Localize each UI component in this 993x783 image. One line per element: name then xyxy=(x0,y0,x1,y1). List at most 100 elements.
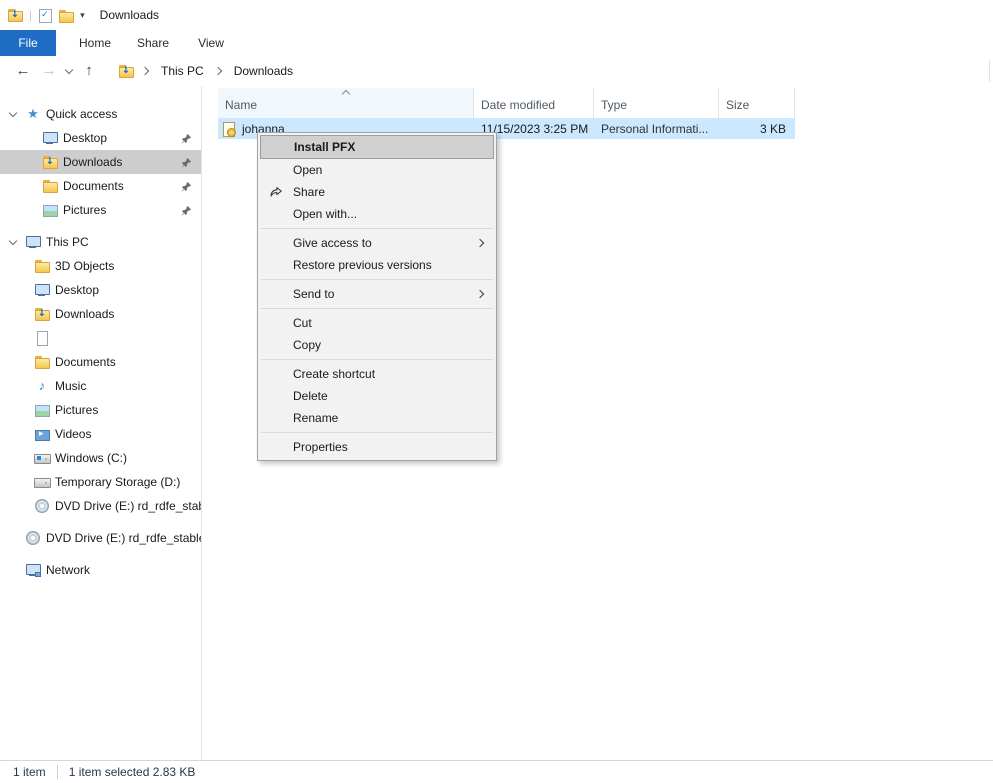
menu-item-open-with[interactable]: Open with... xyxy=(260,203,494,225)
documents-folder-icon xyxy=(34,354,50,370)
sidebar-item-pictures-quick[interactable]: Pictures xyxy=(0,198,201,222)
breadcrumb-chevron-icon[interactable] xyxy=(141,66,151,76)
sidebar-item-downloads[interactable]: ↓ Downloads xyxy=(0,302,201,326)
optical-disc-icon xyxy=(34,498,50,514)
sidebar-item-3d-objects[interactable]: 3D Objects xyxy=(0,254,201,278)
videos-icon xyxy=(34,426,50,442)
forward-button[interactable]: → xyxy=(36,58,62,84)
menu-item-delete[interactable]: Delete xyxy=(260,385,494,407)
qat-dropdown-chevron-icon[interactable]: ▾ xyxy=(80,10,85,21)
breadcrumb-this-pc[interactable]: This PC xyxy=(158,62,207,80)
sidebar-item-temp-storage-d[interactable]: Temporary Storage (D:) xyxy=(0,470,201,494)
sidebar-item-videos[interactable]: Videos xyxy=(0,422,201,446)
menu-item-give-access-to[interactable]: Give access to xyxy=(260,232,494,254)
context-menu: Install PFX Open Share Open with... Give… xyxy=(257,132,497,461)
column-header-type[interactable]: Type xyxy=(594,88,719,118)
navigation-pane: ★ Quick access Desktop ↓ Downloads Docum… xyxy=(0,86,202,760)
sidebar-item-documents[interactable]: Documents xyxy=(0,350,201,374)
breadcrumb-chevron-icon[interactable] xyxy=(214,66,224,76)
sidebar-section-label: This PC xyxy=(46,235,201,249)
sidebar-item-documents-quick[interactable]: Documents xyxy=(0,174,201,198)
menu-item-properties[interactable]: Properties xyxy=(260,436,494,458)
sidebar-item-label: Downloads xyxy=(63,155,176,169)
sidebar-item-label: Pictures xyxy=(63,203,176,217)
menu-item-send-to[interactable]: Send to xyxy=(260,283,494,305)
column-header-size[interactable]: Size xyxy=(719,88,795,118)
menu-item-label: Share xyxy=(293,185,325,199)
menu-item-create-shortcut[interactable]: Create shortcut xyxy=(260,363,494,385)
menu-item-install-pfx[interactable]: Install PFX xyxy=(260,135,494,159)
tab-share[interactable]: Share xyxy=(124,30,182,56)
tab-view[interactable]: View xyxy=(182,30,240,56)
sidebar-section-this-pc[interactable]: This PC xyxy=(0,230,201,254)
sidebar-item-label: DVD Drive (E:) rd_rdfe_stable.T xyxy=(46,531,201,545)
sidebar-item-label: Windows (C:) xyxy=(55,451,201,465)
breadcrumb-downloads[interactable]: Downloads xyxy=(231,62,296,80)
sidebar-item-unlabeled[interactable] xyxy=(0,326,201,350)
network-icon xyxy=(25,562,41,578)
menu-item-share[interactable]: Share xyxy=(260,181,494,203)
items-count: 1 item xyxy=(13,765,46,779)
sidebar-item-desktop-quick[interactable]: Desktop xyxy=(0,126,201,150)
tab-file[interactable]: File xyxy=(0,30,56,56)
sidebar-item-label: Network xyxy=(46,563,201,577)
menu-item-cut[interactable]: Cut xyxy=(260,312,494,334)
menu-item-label: Send to xyxy=(293,287,334,301)
sidebar-item-label: Desktop xyxy=(55,283,201,297)
submenu-chevron-icon xyxy=(477,290,485,298)
quick-access-icon: ★ xyxy=(25,106,41,122)
pin-icon xyxy=(181,157,192,168)
file-size-cell: 3 KB xyxy=(719,122,795,136)
search-box-edge xyxy=(989,60,990,82)
back-button[interactable]: ← xyxy=(10,58,36,84)
menu-item-rename[interactable]: Rename xyxy=(260,407,494,429)
column-header-date-modified[interactable]: Date modified xyxy=(474,88,594,118)
window-title: Downloads xyxy=(100,8,159,22)
up-button[interactable]: ↑ xyxy=(76,58,102,84)
documents-folder-icon xyxy=(42,178,58,194)
status-divider xyxy=(57,765,58,779)
column-header-name[interactable]: Name xyxy=(218,88,474,118)
menu-item-label: Give access to xyxy=(293,236,372,250)
menu-item-restore-previous-versions[interactable]: Restore previous versions xyxy=(260,254,494,276)
pin-icon xyxy=(181,181,192,192)
recent-locations-chevron-icon[interactable] xyxy=(64,66,74,76)
qat-new-folder-icon[interactable] xyxy=(58,8,73,23)
sidebar-item-dvd-drive-e[interactable]: DVD Drive (E:) rd_rdfe_stable xyxy=(0,494,201,518)
sidebar-item-label: Desktop xyxy=(63,131,176,145)
sidebar-section-quick-access[interactable]: ★ Quick access xyxy=(0,102,201,126)
sidebar-item-downloads-quick[interactable]: ↓ Downloads xyxy=(0,150,201,174)
ribbon-tab-bar: File Home Share View xyxy=(0,30,993,56)
chevron-expanded-icon[interactable] xyxy=(8,109,18,119)
sidebar-item-desktop[interactable]: Desktop xyxy=(0,278,201,302)
downloads-folder-icon: ↓ xyxy=(7,7,23,23)
pin-icon xyxy=(181,133,192,144)
music-note-icon: ♪ xyxy=(34,378,50,394)
sidebar-item-label: 3D Objects xyxy=(55,259,201,273)
sidebar-item-music[interactable]: ♪ Music xyxy=(0,374,201,398)
breadcrumb: ↓ This PC Downloads xyxy=(118,62,296,80)
sidebar-item-windows-c[interactable]: Windows (C:) xyxy=(0,446,201,470)
address-location-icon[interactable]: ↓ xyxy=(118,63,134,79)
qat-properties-icon[interactable] xyxy=(38,8,52,22)
menu-separator xyxy=(261,432,493,433)
hard-drive-icon xyxy=(34,474,50,490)
menu-separator xyxy=(261,228,493,229)
status-bar: 1 item 1 item selected 2.83 KB xyxy=(0,760,993,783)
sidebar-item-network[interactable]: Network xyxy=(0,558,201,582)
menu-separator xyxy=(261,279,493,280)
chevron-expanded-icon[interactable] xyxy=(8,237,18,247)
file-type-cell: Personal Informati... xyxy=(594,122,719,136)
sidebar-item-pictures[interactable]: Pictures xyxy=(0,398,201,422)
pictures-icon xyxy=(34,402,50,418)
menu-separator xyxy=(261,308,493,309)
tab-home[interactable]: Home xyxy=(66,30,124,56)
sidebar-item-label: Documents xyxy=(55,355,201,369)
optical-disc-icon xyxy=(25,530,41,546)
submenu-chevron-icon xyxy=(477,239,485,247)
sidebar-item-dvd-drive-e-2[interactable]: DVD Drive (E:) rd_rdfe_stable.T xyxy=(0,526,201,550)
menu-item-copy[interactable]: Copy xyxy=(260,334,494,356)
menu-item-open[interactable]: Open xyxy=(260,159,494,181)
column-label: Size xyxy=(726,98,749,112)
share-icon xyxy=(269,185,283,199)
